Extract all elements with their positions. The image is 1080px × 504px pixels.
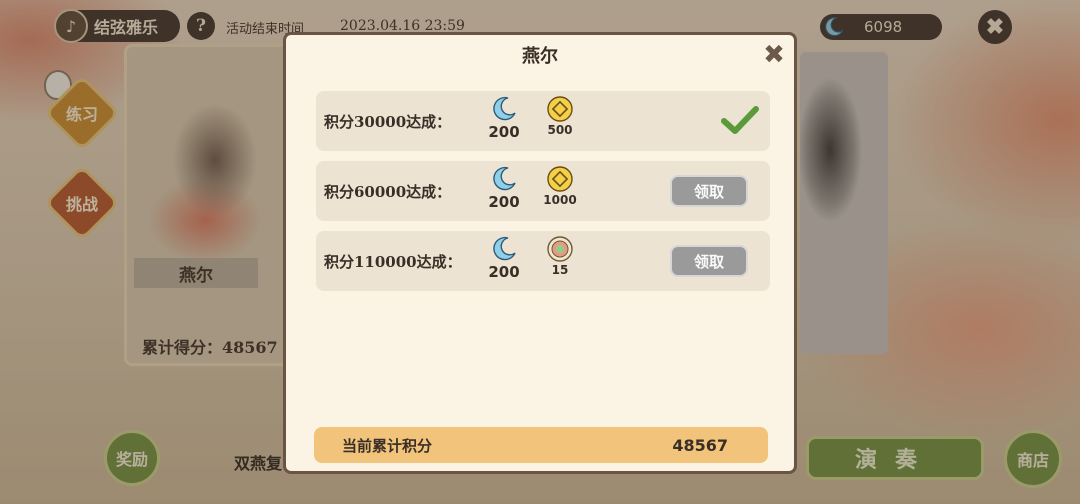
modal-title: 燕尔 [522, 46, 558, 67]
reward-item: 1000 [538, 165, 582, 207]
reward-amount: 15 [551, 263, 569, 277]
coin-icon [547, 166, 573, 192]
reward-amount: 500 [547, 123, 573, 137]
reward-modal: 燕尔 ✖ 积分30000达成： 200 500 积分60000达成： 200 1… [283, 32, 797, 474]
reward-amount: 200 [488, 123, 520, 141]
moon-icon [493, 96, 516, 121]
claim-button[interactable]: 领取 [670, 245, 748, 277]
row-label: 积分110000达成： [324, 253, 462, 271]
reward-row: 积分30000达成： 200 500 [316, 91, 770, 151]
reward-amount: 1000 [543, 193, 577, 207]
current-score-label: 当前累计积分 [342, 436, 433, 455]
jade-disc-icon [547, 236, 573, 262]
reward-item: 500 [538, 95, 582, 137]
modal-close-button[interactable]: ✖ [760, 41, 788, 69]
reward-amount: 200 [488, 193, 520, 211]
row-label: 积分30000达成： [324, 113, 452, 131]
reward-row: 积分110000达成： 200 15 领取 [316, 231, 770, 291]
moon-icon [493, 166, 516, 191]
reward-item: 200 [482, 95, 526, 141]
current-score-bar: 当前累计积分 48567 [314, 427, 768, 463]
claim-button[interactable]: 领取 [670, 175, 748, 207]
reward-item: 200 [482, 235, 526, 281]
row-label: 积分60000达成： [324, 183, 452, 201]
check-icon [721, 106, 759, 134]
moon-icon [493, 236, 516, 261]
reward-item: 200 [482, 165, 526, 211]
modal-header: 燕尔 ✖ [286, 35, 794, 75]
coin-icon [547, 96, 573, 122]
reward-row: 积分60000达成： 200 1000 领取 [316, 161, 770, 221]
current-score-value: 48567 [672, 435, 728, 455]
reward-item: 15 [538, 235, 582, 277]
reward-amount: 200 [488, 263, 520, 281]
